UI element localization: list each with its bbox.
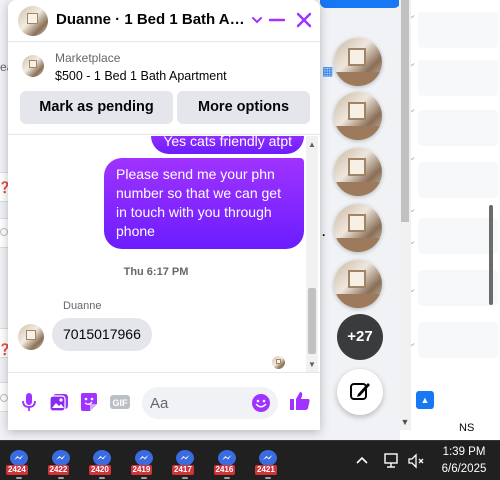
scroll-down-arrow-icon[interactable]: ▼ — [306, 360, 318, 369]
background-list-item[interactable] — [418, 12, 498, 48]
listing-title[interactable]: $500 - 1 Bed 1 Bath Apartment — [55, 69, 227, 83]
message-composer: GIF — [8, 372, 320, 430]
background-list-item[interactable] — [418, 270, 498, 306]
notification-badge: 2420 — [89, 465, 111, 475]
message-input-container[interactable] — [142, 387, 278, 419]
running-indicator — [140, 477, 147, 479]
gif-label: GIF — [113, 398, 129, 408]
microphone-icon[interactable] — [18, 391, 40, 413]
seen-indicator-avatar — [272, 356, 285, 369]
background-partial-text: NS — [459, 422, 475, 434]
taskbar-app-button[interactable]: 2424 — [0, 441, 38, 480]
sender-name: Duanne — [63, 300, 102, 312]
avatar[interactable] — [18, 6, 48, 36]
scroll-down-arrow-icon[interactable]: ▼ — [399, 416, 411, 428]
running-indicator — [16, 477, 22, 479]
taskbar-app-button[interactable]: 2417 — [166, 441, 204, 480]
background-blue-button[interactable] — [320, 0, 400, 8]
background-list-item[interactable] — [418, 110, 498, 146]
chat-header[interactable]: Duanne · 1 Bed 1 Bath Apa... — [8, 0, 320, 42]
scroll-up-arrow-icon[interactable]: ▲ — [306, 140, 318, 149]
background-list-item[interactable] — [418, 60, 498, 96]
running-indicator — [223, 477, 230, 479]
close-icon[interactable] — [293, 9, 315, 31]
chevron-up-icon[interactable] — [352, 451, 372, 471]
chat-window: Duanne · 1 Bed 1 Bath Apa... Marketplace… — [8, 0, 320, 430]
sender-avatar[interactable] — [18, 324, 44, 350]
background-scrollbar-thumb[interactable] — [401, 0, 409, 222]
background-outer-scrollbar[interactable] — [489, 205, 493, 305]
message-text: Yes cats friendly atpt — [163, 136, 292, 149]
running-indicator — [182, 477, 188, 479]
taskbar-app-button[interactable]: 2420 — [83, 441, 121, 480]
gif-icon[interactable]: GIF — [109, 391, 131, 413]
notification-badge: 2421 — [255, 465, 277, 475]
marketplace-listing-panel: Marketplace $500 - 1 Bed 1 Bath Apartmen… — [8, 43, 320, 135]
clock-time: 1:39 PM — [442, 446, 486, 458]
photo-icon[interactable] — [48, 391, 70, 413]
outgoing-message[interactable]: Yes cats friendly atpt — [151, 136, 304, 154]
message-scrollbar-thumb[interactable] — [308, 288, 316, 354]
message-list: Yes cats friendly atpt Please send me yo… — [8, 136, 320, 372]
incoming-message[interactable]: 7015017966 — [52, 318, 152, 351]
chat-head-avatar[interactable] — [334, 92, 382, 140]
notification-badge: 2419 — [130, 465, 153, 475]
running-indicator — [57, 477, 64, 479]
more-chats-button[interactable]: +27 — [337, 314, 383, 360]
more-chats-count: +27 — [347, 328, 373, 345]
message-timestamp: Thu 6:17 PM — [123, 266, 189, 278]
background-list-item[interactable] — [418, 162, 498, 198]
clock-date: 6/6/2025 — [441, 463, 487, 475]
mark-as-pending-button[interactable]: Mark as pending — [20, 91, 173, 124]
message-text: Please send me your phn number so that w… — [116, 166, 281, 239]
marketplace-label: Marketplace — [55, 51, 121, 65]
running-indicator — [99, 477, 105, 479]
notification-badge: 2417 — [172, 465, 194, 475]
taskbar-app-button[interactable]: 2422 — [42, 441, 80, 480]
network-icon[interactable] — [381, 451, 401, 471]
minimize-icon[interactable] — [266, 9, 288, 31]
taskbar-app-button[interactable]: 2419 — [125, 441, 163, 480]
background-list-item[interactable] — [418, 218, 498, 254]
notification-badge: 2416 — [213, 465, 236, 475]
grid-icon[interactable]: ▦ — [322, 64, 333, 78]
chat-head-avatar[interactable] — [334, 38, 382, 86]
taskbar: 2424 2422 2420 2419 2417 2416 2421 1:39 PM 6/6… — [0, 440, 500, 480]
system-clock[interactable]: 1:39 PM 6/6/2025 — [434, 444, 494, 478]
chat-title[interactable]: Duanne · 1 Bed 1 Bath Apa... — [56, 11, 252, 28]
chat-head-avatar[interactable] — [334, 148, 382, 196]
more-options-button[interactable]: More options — [177, 91, 310, 124]
emoji-icon[interactable] — [250, 392, 272, 414]
message-input[interactable] — [150, 387, 246, 419]
compose-icon — [350, 383, 370, 400]
expand-up-icon[interactable]: ▲ — [416, 391, 434, 409]
background-list-item[interactable] — [418, 322, 498, 358]
thumbs-up-icon[interactable] — [288, 389, 312, 413]
radio-icon[interactable] — [0, 228, 8, 236]
taskbar-app-button[interactable]: 2416 — [208, 441, 246, 480]
sticker-icon[interactable] — [78, 391, 100, 413]
radio-icon[interactable] — [0, 394, 8, 402]
message-text: 7015017966 — [63, 326, 141, 342]
notification-badge: 2424 — [6, 465, 28, 475]
chevron-down-icon[interactable] — [246, 9, 268, 31]
notification-badge: 2422 — [47, 465, 70, 475]
taskbar-app-button[interactable]: 2421 — [249, 441, 287, 480]
chat-head-avatar[interactable] — [334, 204, 382, 252]
chat-head-avatar[interactable] — [334, 260, 382, 308]
running-indicator — [265, 477, 271, 479]
volume-muted-icon[interactable] — [406, 451, 426, 471]
outgoing-message[interactable]: Please send me your phn number so that w… — [104, 158, 304, 249]
new-message-button[interactable] — [337, 369, 383, 415]
more-dots-icon[interactable]: · — [322, 228, 326, 242]
listing-thumbnail[interactable] — [22, 55, 44, 77]
